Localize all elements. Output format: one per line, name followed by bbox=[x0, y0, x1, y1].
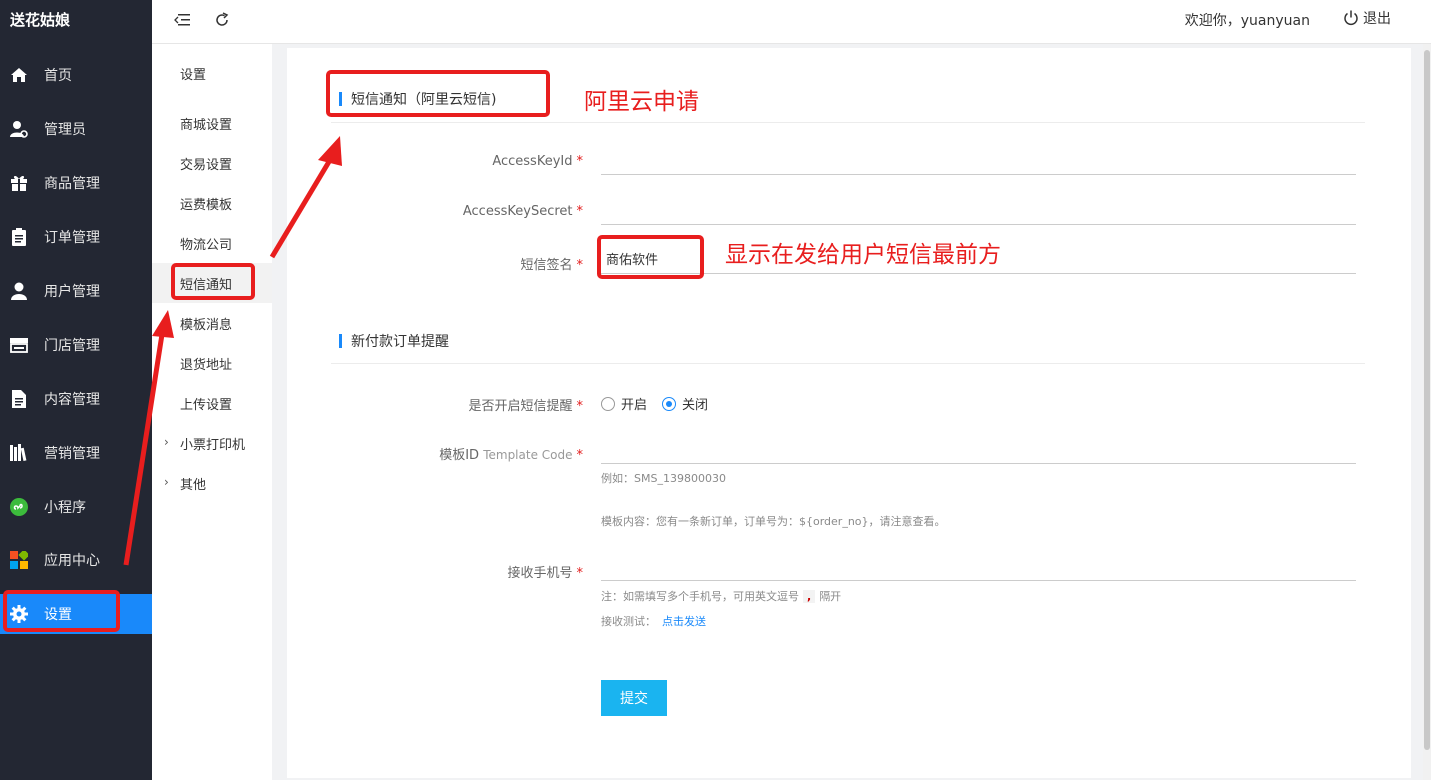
top-header: 欢迎你，yuanyuan 退出 bbox=[152, 0, 1431, 44]
divider bbox=[331, 122, 1365, 123]
sidebar-item-label: 首页 bbox=[44, 68, 72, 84]
sidebar-item-label: 管理员 bbox=[44, 122, 86, 138]
receiver-phone-label: 接收手机号 * bbox=[507, 566, 583, 581]
enable-sms-radio-group: 开启 关闭 bbox=[601, 394, 723, 413]
brand-logo: 送花姑娘 bbox=[10, 11, 71, 29]
sidebar-item-app-center[interactable]: 应用中心 bbox=[0, 540, 152, 580]
submit-button[interactable]: 提交 bbox=[601, 680, 667, 716]
sidebar-item-content[interactable]: 内容管理 bbox=[0, 379, 152, 419]
divider bbox=[331, 363, 1365, 364]
send-test-link[interactable]: 点击发送 bbox=[662, 615, 706, 628]
collapse-menu-button[interactable] bbox=[170, 8, 194, 32]
radio-circle-selected bbox=[662, 396, 677, 411]
logout-button[interactable]: 退出 bbox=[1343, 8, 1391, 28]
welcome-text: 欢迎你，yuanyuan bbox=[1184, 13, 1310, 29]
annotation-aliyun-apply: 阿里云申请 bbox=[584, 89, 699, 115]
refresh-button[interactable] bbox=[210, 8, 234, 32]
sidebar-item-admin[interactable]: 管理员 bbox=[0, 109, 152, 149]
annotation-signature-note: 显示在发给用户短信最前方 bbox=[725, 242, 1001, 268]
sidebar-item-products[interactable]: 商品管理 bbox=[0, 163, 152, 203]
store-icon bbox=[10, 336, 28, 354]
receiver-phone-note: 注：如需填写多个手机号，可用英文逗号, 隔开 bbox=[601, 590, 842, 603]
radio-circle bbox=[601, 396, 615, 411]
page-scrollbar[interactable] bbox=[1423, 44, 1431, 780]
subnav-item-receipt-printer[interactable]: › 小票打印机 bbox=[152, 423, 272, 463]
sidebar-item-users[interactable]: 用户管理 bbox=[0, 271, 152, 311]
sidebar-item-miniprogram[interactable]: 小程序 bbox=[0, 487, 152, 527]
sidebar-item-label: 应用中心 bbox=[44, 553, 100, 569]
subnav-item-other[interactable]: › 其他 bbox=[152, 463, 272, 503]
radio-disable[interactable]: 关闭 bbox=[662, 394, 708, 413]
sidebar-item-label: 门店管理 bbox=[44, 338, 100, 354]
sidebar-item-label: 商品管理 bbox=[44, 176, 100, 192]
settings-subnav: 设置 商城设置 交易设置 运费模板 物流公司 短信通知 模板消息 退货地址 上传… bbox=[152, 44, 272, 780]
access-key-id-input[interactable] bbox=[601, 145, 1356, 175]
subnav-item-label: 小票打印机 bbox=[180, 437, 246, 453]
subnav-item-upload-settings[interactable]: 上传设置 bbox=[152, 383, 272, 423]
collapse-icon bbox=[174, 14, 190, 26]
sidebar-item-marketing[interactable]: 营销管理 bbox=[0, 433, 152, 473]
sms-settings-panel: 短信通知（阿里云短信) AccessKeyId * AccessKeySecret… bbox=[287, 48, 1411, 778]
user-icon bbox=[10, 282, 28, 300]
sidebar-item-label: 小程序 bbox=[44, 500, 86, 516]
annotation-box-settings-nav bbox=[3, 590, 120, 632]
subnav-title: 设置 bbox=[180, 67, 207, 83]
radio-label: 开启 bbox=[621, 398, 648, 413]
template-id-example: 例如：SMS_139800030 bbox=[601, 472, 726, 485]
sidebar-item-home[interactable]: 首页 bbox=[0, 55, 152, 95]
chevron-right-icon: › bbox=[164, 475, 169, 489]
sidebar-item-label: 营销管理 bbox=[44, 446, 100, 462]
document-icon bbox=[10, 390, 28, 408]
gift-icon bbox=[10, 174, 28, 192]
sidebar-item-stores[interactable]: 门店管理 bbox=[0, 325, 152, 365]
sidebar-item-label: 用户管理 bbox=[44, 284, 100, 300]
subnav-item-shipping-template[interactable]: 运费模板 bbox=[152, 183, 272, 223]
enable-sms-label: 是否开启短信提醒 * bbox=[468, 399, 583, 414]
apps-icon bbox=[10, 551, 28, 569]
subnav-item-return-address[interactable]: 退货地址 bbox=[152, 343, 272, 383]
admin-user-icon bbox=[10, 120, 28, 138]
subnav-item-trade-settings[interactable]: 交易设置 bbox=[152, 143, 272, 183]
sms-signature-label: 短信签名 * bbox=[520, 258, 583, 273]
home-icon bbox=[10, 66, 28, 84]
miniprogram-icon bbox=[10, 498, 28, 516]
books-icon bbox=[10, 444, 28, 462]
template-id-input[interactable] bbox=[601, 434, 1356, 464]
power-icon bbox=[1344, 10, 1358, 26]
annotation-box-sms-nav bbox=[171, 263, 255, 300]
refresh-icon bbox=[216, 12, 229, 26]
subnav-item-logistics[interactable]: 物流公司 bbox=[152, 223, 272, 263]
subnav-item-template-message[interactable]: 模板消息 bbox=[152, 303, 272, 343]
access-key-secret-input[interactable] bbox=[601, 195, 1356, 225]
main-sidebar: 送花姑娘 首页 管理员 商品管理 订单管理 用户管理 门店管理 内容管理 营销管… bbox=[0, 0, 152, 780]
clipboard-icon bbox=[10, 228, 28, 246]
access-key-secret-label: AccessKeySecret * bbox=[462, 204, 583, 219]
template-content-hint: 模板内容：您有一条新订单，订单号为：${order_no}，请注意查看。 bbox=[601, 515, 946, 528]
annotation-box-sms-title bbox=[326, 70, 550, 117]
access-key-id-label: AccessKeyId * bbox=[492, 154, 583, 169]
annotation-box-signature bbox=[597, 235, 704, 279]
template-id-label: 模板ID Template Code * bbox=[439, 448, 583, 463]
subnav-item-mall-settings[interactable]: 商城设置 bbox=[152, 103, 272, 143]
sidebar-item-label: 订单管理 bbox=[44, 230, 100, 246]
radio-label: 关闭 bbox=[682, 398, 709, 413]
receive-test-row: 接收测试： 点击发送 bbox=[601, 615, 706, 628]
logout-label: 退出 bbox=[1363, 11, 1391, 27]
radio-enable[interactable]: 开启 bbox=[601, 394, 647, 413]
receiver-phone-input[interactable] bbox=[601, 551, 1356, 581]
scrollbar-thumb[interactable] bbox=[1424, 50, 1430, 750]
sidebar-item-label: 内容管理 bbox=[44, 392, 100, 408]
section-new-order-title: 新付款订单提醒 bbox=[339, 331, 449, 351]
sidebar-item-orders[interactable]: 订单管理 bbox=[0, 217, 152, 257]
subnav-item-label: 其他 bbox=[180, 477, 207, 493]
chevron-right-icon: › bbox=[164, 435, 169, 449]
